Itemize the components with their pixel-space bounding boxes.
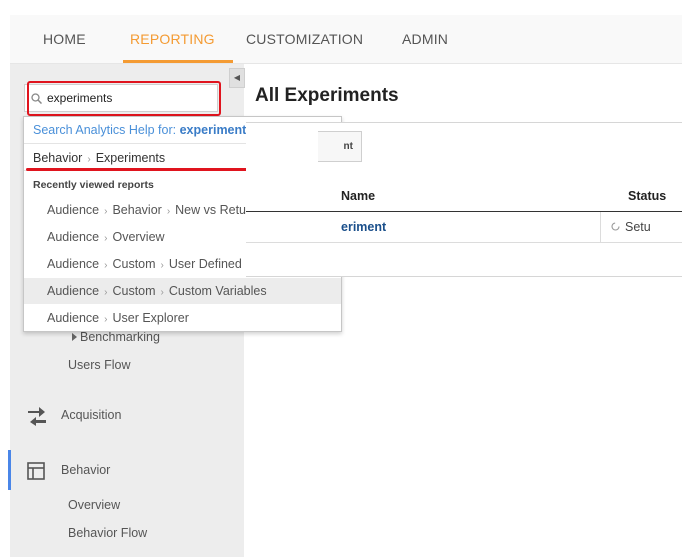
crumb-part: User Defined — [168, 257, 242, 271]
crumb-part: Overview — [112, 230, 165, 244]
crumb-part: Audience — [47, 311, 100, 325]
breadcrumb-separator-icon: › — [166, 206, 171, 217]
crumb-part: Behavior — [112, 203, 162, 217]
crumb-part: Behavior — [33, 151, 83, 165]
crumb-part: Audience — [47, 257, 100, 271]
crumb-part: Audience — [47, 203, 100, 217]
caret-right-icon — [72, 333, 77, 341]
create-experiment-button[interactable]: nt — [318, 131, 362, 162]
sidebar-collapse-button[interactable]: ◀ — [229, 68, 245, 88]
breadcrumb-separator-icon: › — [104, 206, 108, 217]
sidebar-item-acquisition[interactable]: Acquisition — [61, 408, 121, 422]
search-input[interactable] — [47, 89, 207, 107]
search-help-term: experiments — [179, 123, 254, 137]
active-tab-indicator — [123, 60, 233, 63]
sidebar-item-overview[interactable]: Overview — [68, 498, 120, 512]
table-header: Name Status — [246, 180, 682, 212]
breadcrumb-separator-icon: › — [104, 233, 108, 244]
tab-customization[interactable]: CUSTOMIZATION — [246, 31, 363, 47]
breadcrumb-separator-icon: › — [160, 287, 164, 298]
status-circle-icon — [611, 222, 620, 231]
recent-report-item[interactable]: Audience › Custom › Custom Variables — [24, 278, 341, 304]
tab-home[interactable]: HOME — [43, 31, 86, 47]
breadcrumb-separator-icon: › — [87, 154, 91, 165]
crumb-part: Custom — [112, 284, 156, 298]
status-cell: Setu — [600, 212, 682, 242]
breadcrumb-separator-icon: › — [104, 287, 108, 298]
column-header-name[interactable]: Name — [341, 189, 375, 203]
sidebar-item-behavior-flow[interactable]: Behavior Flow — [68, 526, 147, 540]
search-icon — [31, 93, 42, 104]
tab-reporting[interactable]: REPORTING — [130, 31, 215, 47]
tab-admin[interactable]: ADMIN — [402, 31, 448, 47]
status-value: Setu — [625, 220, 651, 234]
crumb-part: Experiments — [95, 151, 166, 165]
crumb-part: Custom Variables — [168, 284, 267, 298]
top-navigation: HOME REPORTING CUSTOMIZATION ADMIN — [10, 15, 682, 64]
crumb-part: User Explorer — [112, 311, 189, 325]
highlight-underline — [26, 168, 254, 171]
table-row: eriment Setu — [246, 212, 682, 243]
crumb-part: Audience — [47, 230, 100, 244]
breadcrumb-separator-icon: › — [104, 314, 108, 325]
breadcrumb-separator-icon: › — [104, 260, 108, 271]
crumb-part: Audience — [47, 284, 100, 298]
search-help-prefix: Search Analytics Help for: — [33, 123, 180, 137]
column-header-status[interactable]: Status — [628, 189, 666, 203]
sidebar-item-behavior[interactable]: Behavior — [61, 463, 110, 477]
experiment-name-link[interactable]: eriment — [341, 220, 386, 234]
recent-reports-heading: Recently viewed reports — [33, 179, 154, 191]
search-help-link[interactable]: Search Analytics Help for: experiments — [33, 123, 253, 137]
recent-report-item[interactable]: Audience › User Explorer — [24, 305, 341, 331]
report-search-box — [24, 84, 218, 112]
sidebar-item-users-flow[interactable]: Users Flow — [68, 358, 131, 372]
crumb-part: Custom — [112, 257, 156, 271]
sidebar-item-benchmarking[interactable]: Benchmarking — [80, 330, 160, 344]
breadcrumb-separator-icon: › — [160, 260, 164, 271]
page-title: All Experiments — [255, 85, 399, 106]
active-section-marker — [8, 450, 11, 490]
acquisition-icon — [28, 407, 46, 426]
behavior-icon — [27, 462, 45, 480]
